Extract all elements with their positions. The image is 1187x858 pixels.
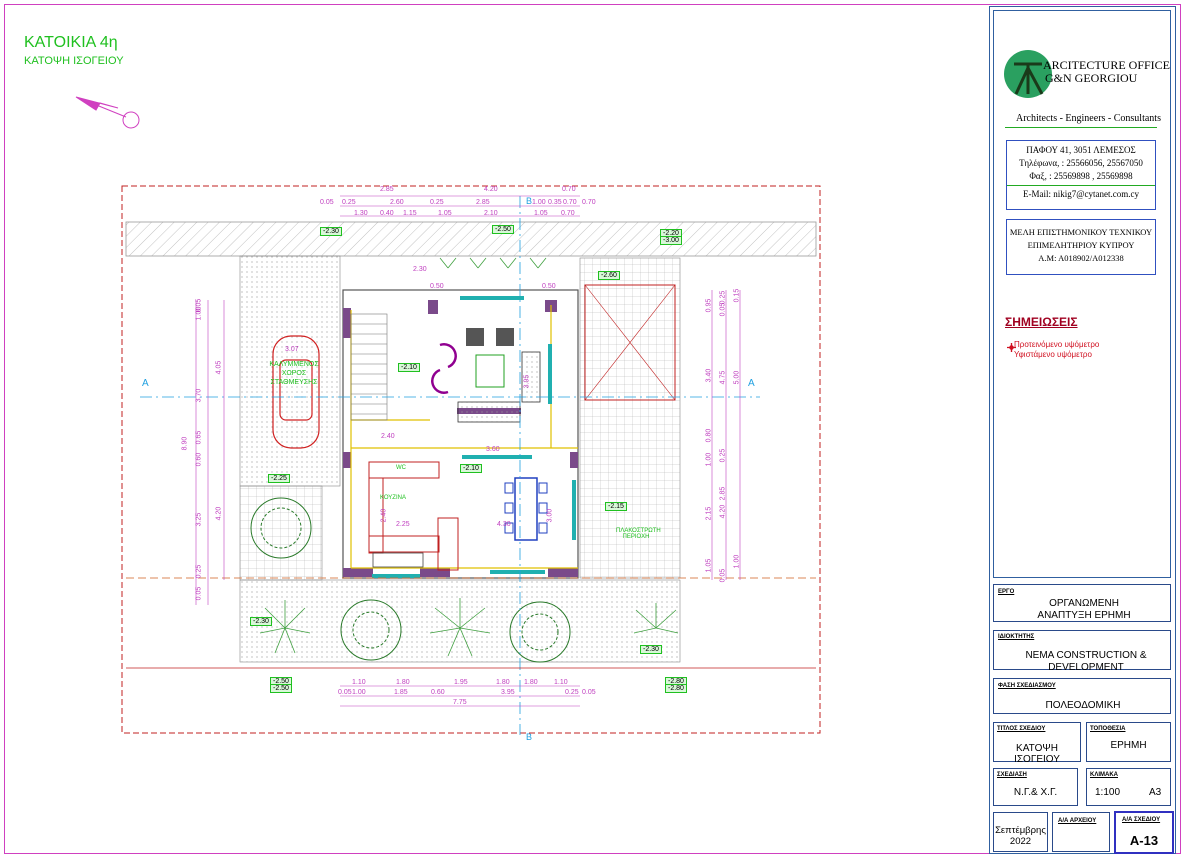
owner-label: ΙΔΙΟΚΤΗΤΗΣ [998, 634, 1035, 640]
sheet-box: Α/Α ΣΧΕΔΙΟΥ A-13 [1114, 811, 1174, 854]
project-value: ΟΡΓΑΝΩΜΕΝΗ ΑΝΑΠΤΥΞΗ ΕΡΗΜΗ [1037, 598, 1131, 621]
sheet-label: Α/Α ΣΧΕΔΙΟΥ [1122, 817, 1161, 823]
location-box: ΤΟΠΟΘΕΣΙΑ ΕΡΗΜΗ [1086, 722, 1171, 762]
level-legend: Προτεινόμενο υψόμετρο Υφιστάμενο υψόμετρ… [1007, 340, 1100, 360]
date-value: Σεπτέμβρης 2022 [995, 825, 1046, 847]
office-name: ARCITECTURE OFFICE G&N GEORGIOU [1043, 59, 1170, 85]
owner-box: ΙΔΙΟΚΤΗΤΗΣ NEMA CONSTRUCTION & DEVELOPME… [993, 630, 1171, 673]
sheet-value: A-13 [1129, 833, 1159, 848]
notes-heading: ΣΗΜΕΙΩΣΕΙΣ [1005, 315, 1078, 329]
date-box: Σεπτέμβρης 2022 [993, 812, 1048, 852]
etek-line2: ΕΠΙΜΕΛΗΤΗΡΙΟΥ ΚΥΠΡΟΥ [1027, 240, 1135, 250]
dim-text: 0.50 [542, 283, 556, 290]
dim-text: 4.30 [497, 521, 511, 528]
fax: Φαξ, : 25569898 , 25569898 [1029, 171, 1133, 181]
drawn-label: ΣΧΕΔΙΑΣΗ [997, 772, 1027, 778]
dim-text: 3.95 [523, 374, 531, 389]
office-line2: G&N GEORGIOU [1045, 71, 1138, 85]
owner-value: NEMA CONSTRUCTION & DEVELOPMENT [1025, 650, 1147, 673]
legend-proposed: Προτεινόμενο υψόμετρο [1014, 340, 1100, 349]
etek-line1: ΜΕΛΗ ΕΠΙΣΤΗΜΟΝΙΚΟΥ ΤΕΧΝΙΚΟΥ [1009, 227, 1153, 237]
email: E-Mail: nikig7@cytanet.com.cy [1007, 185, 1155, 201]
office-tagline: Architects - Engineers - Consultants [1016, 113, 1161, 124]
phase-label: ΦΑΣΗ ΣΧΕΔΙΑΣΜΟΥ [998, 683, 1056, 689]
location-label: ΤΟΠΟΘΕΣΙΑ [1090, 726, 1126, 732]
dim-text: 3.60 [486, 446, 500, 453]
drawing-title-value: ΚΑΤΟΨΗ ΙΣΟΓΕΙΟΥ [1014, 743, 1060, 765]
dim-text: 2.25 [396, 521, 410, 528]
phase-value: ΠΟΛΕΟΔΟΜΙΚΗ [1045, 700, 1121, 711]
interior-dims: 3.07 2.40 3.60 2.25 2.40 3.00 4.30 3.95 … [0, 0, 985, 858]
phone: Τηλέφωνα, : 25566056, 25567050 [1019, 158, 1143, 168]
level-marker-icon [1007, 343, 1016, 352]
tagline-divider [1005, 127, 1157, 128]
phase-box: ΦΑΣΗ ΣΧΕΔΙΑΣΜΟΥ ΠΟΛΕΟΔΟΜΙΚΗ [993, 678, 1171, 714]
paper-size: A3 [1149, 787, 1162, 798]
drawn-value: Ν.Γ.& Χ.Γ. [1013, 787, 1058, 798]
dim-text: 2.40 [381, 433, 395, 440]
legend-existing: Υφιστάμενο υψόμετρο [1014, 350, 1092, 359]
drawn-box: ΣΧΕΔΙΑΣΗ Ν.Γ.& Χ.Γ. [993, 768, 1078, 806]
project-box: ΕΡΓΟ ΟΡΓΑΝΩΜΕΝΗ ΑΝΑΠΤΥΞΗ ΕΡΗΜΗ [993, 584, 1171, 622]
dim-text: 3.07 [285, 346, 299, 353]
etek-line3: Α.Μ: Α018902/Α012338 [1038, 253, 1124, 263]
drawing-title-label: ΤΙΤΛΟΣ ΣΧΕΔΙΟΥ [997, 726, 1046, 732]
dim-text: 3.00 [546, 508, 554, 523]
file-box: Α/Α ΑΡΧΕΙΟΥ [1052, 812, 1110, 852]
dim-text: 0.50 [430, 283, 444, 290]
scale-box: ΚΛΙΜΑΚΑ 1:100 A3 [1086, 768, 1171, 806]
file-label: Α/Α ΑΡΧΕΙΟΥ [1058, 818, 1097, 824]
etek-box: ΜΕΛΗ ΕΠΙΣΤΗΜΟΝΙΚΟΥ ΤΕΧΝΙΚΟΥ ΕΠΙΜΕΛΗΤΗΡΙΟ… [1006, 219, 1156, 275]
scale-label: ΚΛΙΜΑΚΑ [1090, 772, 1118, 778]
dim-text: 2.30 [413, 266, 427, 273]
drawing-title-box: ΤΙΤΛΟΣ ΣΧΕΔΙΟΥ ΚΑΤΟΨΗ ΙΣΟΓΕΙΟΥ [993, 722, 1081, 765]
project-label: ΕΡΓΟ [998, 589, 1015, 595]
address-box: ΠΑΦΟΥ 41, 3051 ΛΕΜΕΣΟΣ Τηλέφωνα, : 25566… [1006, 140, 1156, 210]
address: ΠΑΦΟΥ 41, 3051 ΛΕΜΕΣΟΣ [1026, 145, 1136, 155]
scale-value: 1:100 [1095, 787, 1121, 798]
dim-text: 2.40 [380, 508, 388, 523]
location-value: ΕΡΗΜΗ [1110, 740, 1147, 751]
